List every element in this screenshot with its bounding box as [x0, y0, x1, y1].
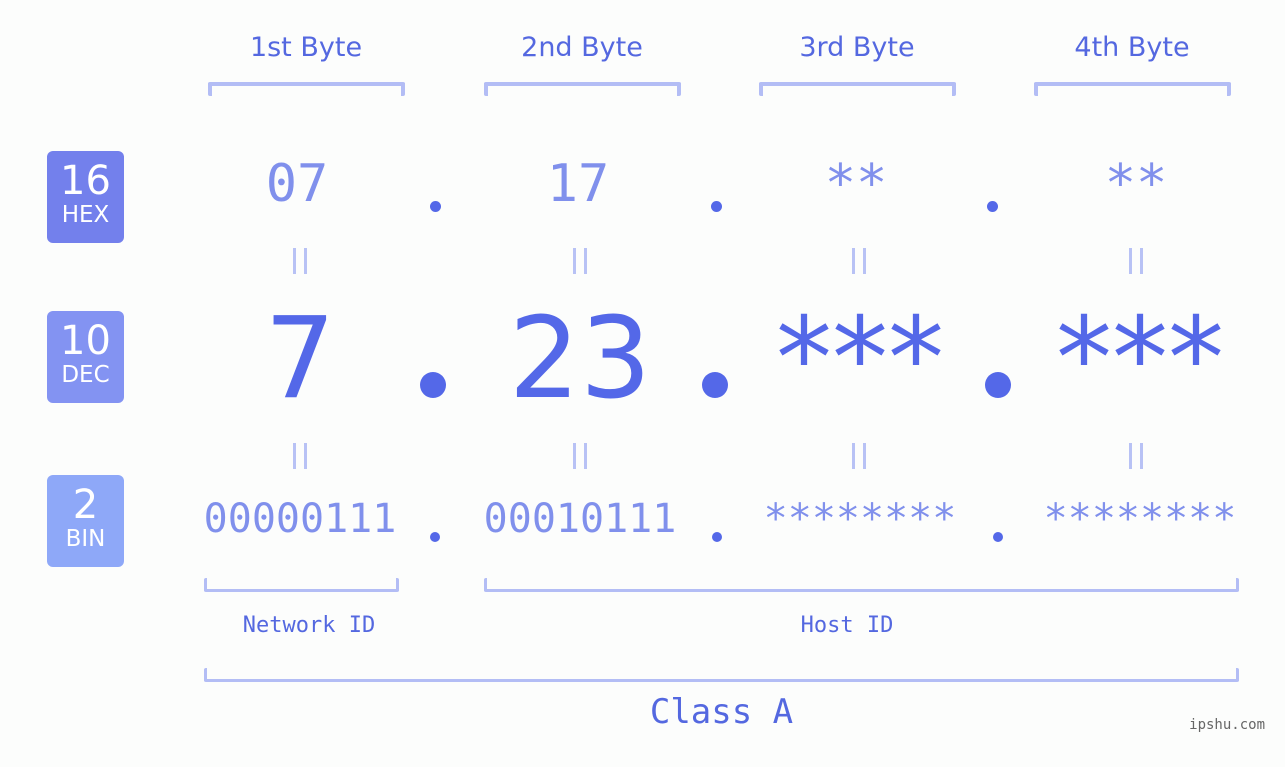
hex-separator-dot-3 — [987, 201, 998, 212]
bin-value-4: ******** — [1043, 496, 1237, 542]
bin-separator-dot-2 — [712, 532, 722, 542]
bin-value-2: 00010111 — [483, 496, 677, 542]
bin-value-1: 00000111 — [203, 496, 397, 542]
dec-value-1: 7 — [264, 294, 336, 424]
host-id-bracket — [484, 578, 1239, 592]
byte-bracket-2 — [484, 82, 681, 96]
network-id-label: Network ID — [242, 613, 376, 638]
dec-badge-label: DEC — [61, 362, 110, 388]
bin-badge: 2 BIN — [47, 475, 124, 567]
hex-separator-dot-2 — [711, 201, 722, 212]
hex-value-4: ** — [1104, 154, 1168, 214]
byte-bracket-3 — [759, 82, 956, 96]
byte-header-3: 3rd Byte — [799, 32, 915, 63]
equals-icon — [293, 248, 307, 274]
hex-badge-number: 16 — [60, 158, 111, 204]
bin-separator-dot-3 — [993, 532, 1003, 542]
dec-separator-dot-2 — [702, 372, 728, 398]
class-label: Class A — [649, 692, 794, 732]
dec-separator-dot-3 — [985, 372, 1011, 398]
dec-separator-dot-1 — [420, 372, 446, 398]
dec-badge-number: 10 — [60, 318, 111, 364]
bin-badge-label: BIN — [65, 526, 106, 552]
watermark: ipshu.com — [1189, 717, 1265, 733]
host-id-label: Host ID — [800, 613, 894, 638]
hex-badge-label: HEX — [61, 202, 110, 228]
hex-value-1: 07 — [265, 154, 329, 214]
network-id-bracket — [204, 578, 399, 592]
byte-header-4: 4th Byte — [1074, 32, 1190, 63]
hex-value-2: 17 — [546, 154, 610, 214]
equals-icon — [852, 443, 866, 469]
byte-bracket-4 — [1034, 82, 1231, 96]
class-bracket — [204, 668, 1239, 682]
dec-value-2: 23 — [508, 294, 652, 424]
equals-icon — [293, 443, 307, 469]
bin-value-3: ******** — [763, 496, 957, 542]
hex-separator-dot-1 — [430, 201, 441, 212]
bin-badge-number: 2 — [72, 482, 99, 528]
dec-value-4: *** — [1056, 294, 1224, 424]
dec-badge: 10 DEC — [47, 311, 124, 403]
equals-icon — [573, 248, 587, 274]
byte-bracket-1 — [208, 82, 405, 96]
byte-header-1: 1st Byte — [249, 32, 363, 63]
equals-icon — [852, 248, 866, 274]
equals-icon — [1129, 248, 1143, 274]
hex-badge: 16 HEX — [47, 151, 124, 243]
hex-value-3: ** — [824, 154, 888, 214]
equals-icon — [573, 443, 587, 469]
bin-separator-dot-1 — [430, 532, 440, 542]
equals-icon — [1129, 443, 1143, 469]
dec-value-3: *** — [776, 294, 944, 424]
byte-header-2: 2nd Byte — [521, 32, 643, 63]
